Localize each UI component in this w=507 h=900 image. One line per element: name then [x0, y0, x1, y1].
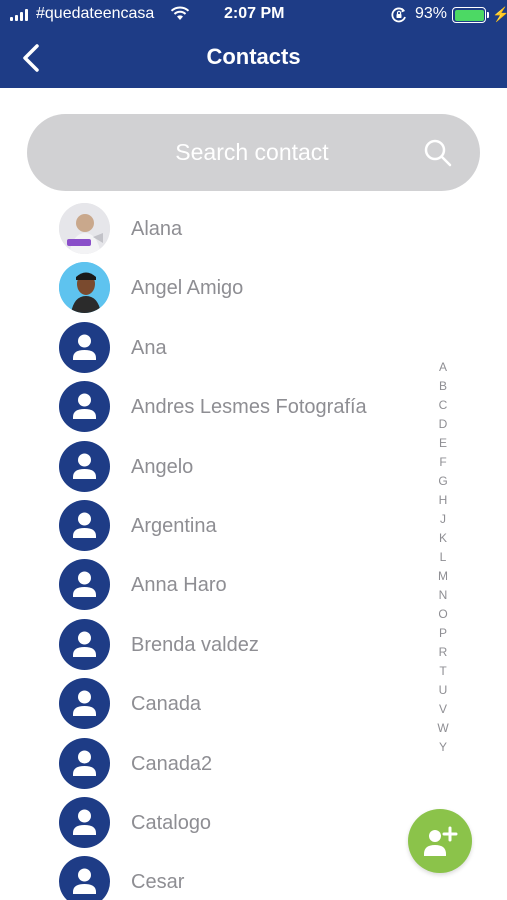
- contact-name: Brenda valdez: [131, 633, 259, 656]
- battery-percentage: 93%: [415, 5, 448, 22]
- contact-row[interactable]: Angel Amigo: [0, 257, 430, 316]
- index-letter[interactable]: D: [439, 415, 448, 434]
- page-title: Contacts: [206, 44, 301, 69]
- alphabet-index: A B C D E F G H J K L M N O P R T U V W …: [434, 358, 452, 757]
- contact-row[interactable]: Anna Haro: [0, 554, 430, 613]
- index-letter[interactable]: J: [440, 510, 446, 529]
- contact-name: Cesar: [131, 871, 185, 894]
- index-letter[interactable]: K: [439, 529, 447, 548]
- index-letter[interactable]: Y: [439, 738, 447, 757]
- cellular-signal-icon: [10, 9, 28, 21]
- contact-row[interactable]: Argentina: [0, 495, 430, 554]
- index-letter[interactable]: H: [439, 491, 448, 510]
- battery-cap: [487, 12, 489, 18]
- person-icon: [59, 678, 110, 730]
- person-icon: [59, 499, 110, 551]
- search-input[interactable]: [67, 114, 437, 191]
- index-letter[interactable]: U: [439, 681, 448, 700]
- contact-list: Alana Angel Amigo Ana Andres Lesmes Foto…: [0, 198, 430, 900]
- person-icon: [59, 796, 110, 848]
- index-letter[interactable]: G: [438, 472, 447, 491]
- index-letter[interactable]: L: [440, 548, 447, 567]
- carrier-name: #quedateencasa: [36, 5, 155, 22]
- contact-name: Canada: [131, 693, 202, 716]
- index-letter[interactable]: N: [439, 586, 448, 605]
- index-letter[interactable]: F: [439, 453, 446, 472]
- index-letter[interactable]: P: [439, 624, 447, 643]
- index-letter[interactable]: M: [438, 567, 448, 586]
- contact-name: Canada2: [131, 752, 213, 775]
- contact-name: Ana: [131, 336, 167, 359]
- person-icon: [59, 559, 110, 611]
- contact-name: Argentina: [131, 514, 217, 537]
- contact-row[interactable]: Angelo: [0, 436, 430, 495]
- search-icon[interactable]: [423, 138, 453, 168]
- status-time: 2:07 PM: [224, 5, 285, 22]
- add-contact-button[interactable]: [408, 809, 472, 873]
- index-letter[interactable]: W: [437, 719, 448, 738]
- index-letter[interactable]: E: [439, 434, 447, 453]
- person-icon: [59, 856, 110, 900]
- index-letter[interactable]: T: [439, 662, 446, 681]
- contact-name: Angelo: [131, 455, 194, 478]
- index-letter[interactable]: B: [439, 377, 447, 396]
- avatar-photo: [59, 203, 110, 254]
- contact-row[interactable]: Ana: [0, 317, 430, 376]
- contact-name: Alana: [131, 218, 183, 240]
- avatar-photo: [59, 262, 110, 314]
- app-header: #quedateencasa 2:07 PM 93% ⚡ Contacts: [0, 0, 507, 88]
- person-icon: [59, 381, 110, 433]
- index-letter[interactable]: V: [439, 700, 447, 719]
- person-icon: [59, 737, 110, 789]
- person-icon: [59, 618, 110, 670]
- contact-row[interactable]: Canada: [0, 673, 430, 732]
- index-letter[interactable]: O: [438, 605, 447, 624]
- contact-row[interactable]: Andres Lesmes Fotografía: [0, 376, 430, 435]
- add-person-icon: [424, 826, 458, 856]
- search-bar: [27, 114, 480, 191]
- person-icon: [59, 440, 110, 492]
- wifi-icon: [170, 6, 190, 20]
- index-letter[interactable]: C: [439, 396, 448, 415]
- contact-name: Angel Amigo: [131, 277, 244, 300]
- person-icon: [59, 321, 110, 373]
- charging-icon: ⚡: [492, 6, 507, 22]
- contact-row[interactable]: Brenda valdez: [0, 614, 430, 673]
- contact-row[interactable]: Cesar: [0, 851, 430, 900]
- contact-row[interactable]: Canada2: [0, 733, 430, 792]
- contact-name: Andres Lesmes Fotografía: [131, 396, 367, 419]
- index-letter[interactable]: A: [439, 358, 447, 377]
- contact-name: Catalogo: [131, 811, 212, 834]
- contact-name: Anna Haro: [131, 574, 227, 597]
- index-letter[interactable]: R: [439, 643, 448, 662]
- contact-row[interactable]: Alana: [0, 198, 430, 257]
- rotation-lock-icon: [391, 7, 406, 23]
- status-bar: #quedateencasa 2:07 PM 93% ⚡: [0, 0, 507, 30]
- battery-icon: [452, 7, 486, 23]
- contact-row[interactable]: Catalogo: [0, 792, 430, 851]
